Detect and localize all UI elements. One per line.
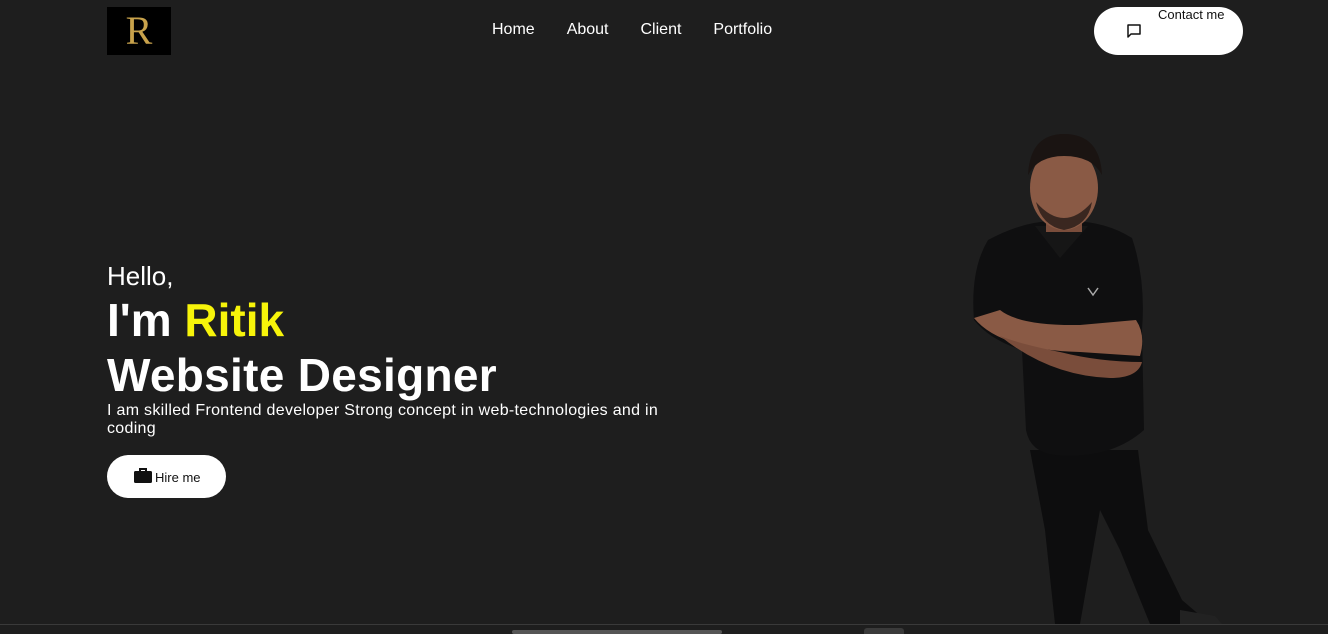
- briefcase-icon: [134, 468, 152, 483]
- hero-description: I am skilled Frontend developer Strong c…: [107, 402, 659, 437]
- profile-photo: [973, 134, 1222, 624]
- contact-label: Contact me: [1158, 7, 1225, 22]
- hero-intro: I'm Ritik: [107, 294, 284, 346]
- scrollbar-thumb[interactable]: [512, 630, 722, 634]
- hire-me-button[interactable]: Hire me: [107, 455, 226, 498]
- nav-about[interactable]: About: [567, 20, 609, 40]
- nav-client[interactable]: Client: [641, 20, 682, 40]
- contact-button[interactable]: Contact me: [1094, 7, 1243, 55]
- hero-role: Website Designer: [107, 349, 497, 401]
- logo[interactable]: R: [107, 7, 171, 55]
- hero-name: Ritik: [184, 294, 285, 346]
- bottom-tab: [864, 628, 904, 634]
- logo-letter: R: [125, 8, 153, 53]
- hero-greeting: Hello,: [107, 261, 174, 291]
- hire-me-label: Hire me: [155, 470, 201, 485]
- chat-icon: [1127, 24, 1141, 38]
- hero-intro-prefix: I'm: [107, 294, 172, 346]
- nav-portfolio[interactable]: Portfolio: [713, 20, 772, 40]
- section-divider: [0, 624, 1328, 625]
- page: R Home About Client Portfolio Contact me…: [0, 0, 1328, 634]
- nav-home[interactable]: Home: [492, 20, 535, 40]
- main-nav: Home About Client Portfolio: [492, 20, 804, 40]
